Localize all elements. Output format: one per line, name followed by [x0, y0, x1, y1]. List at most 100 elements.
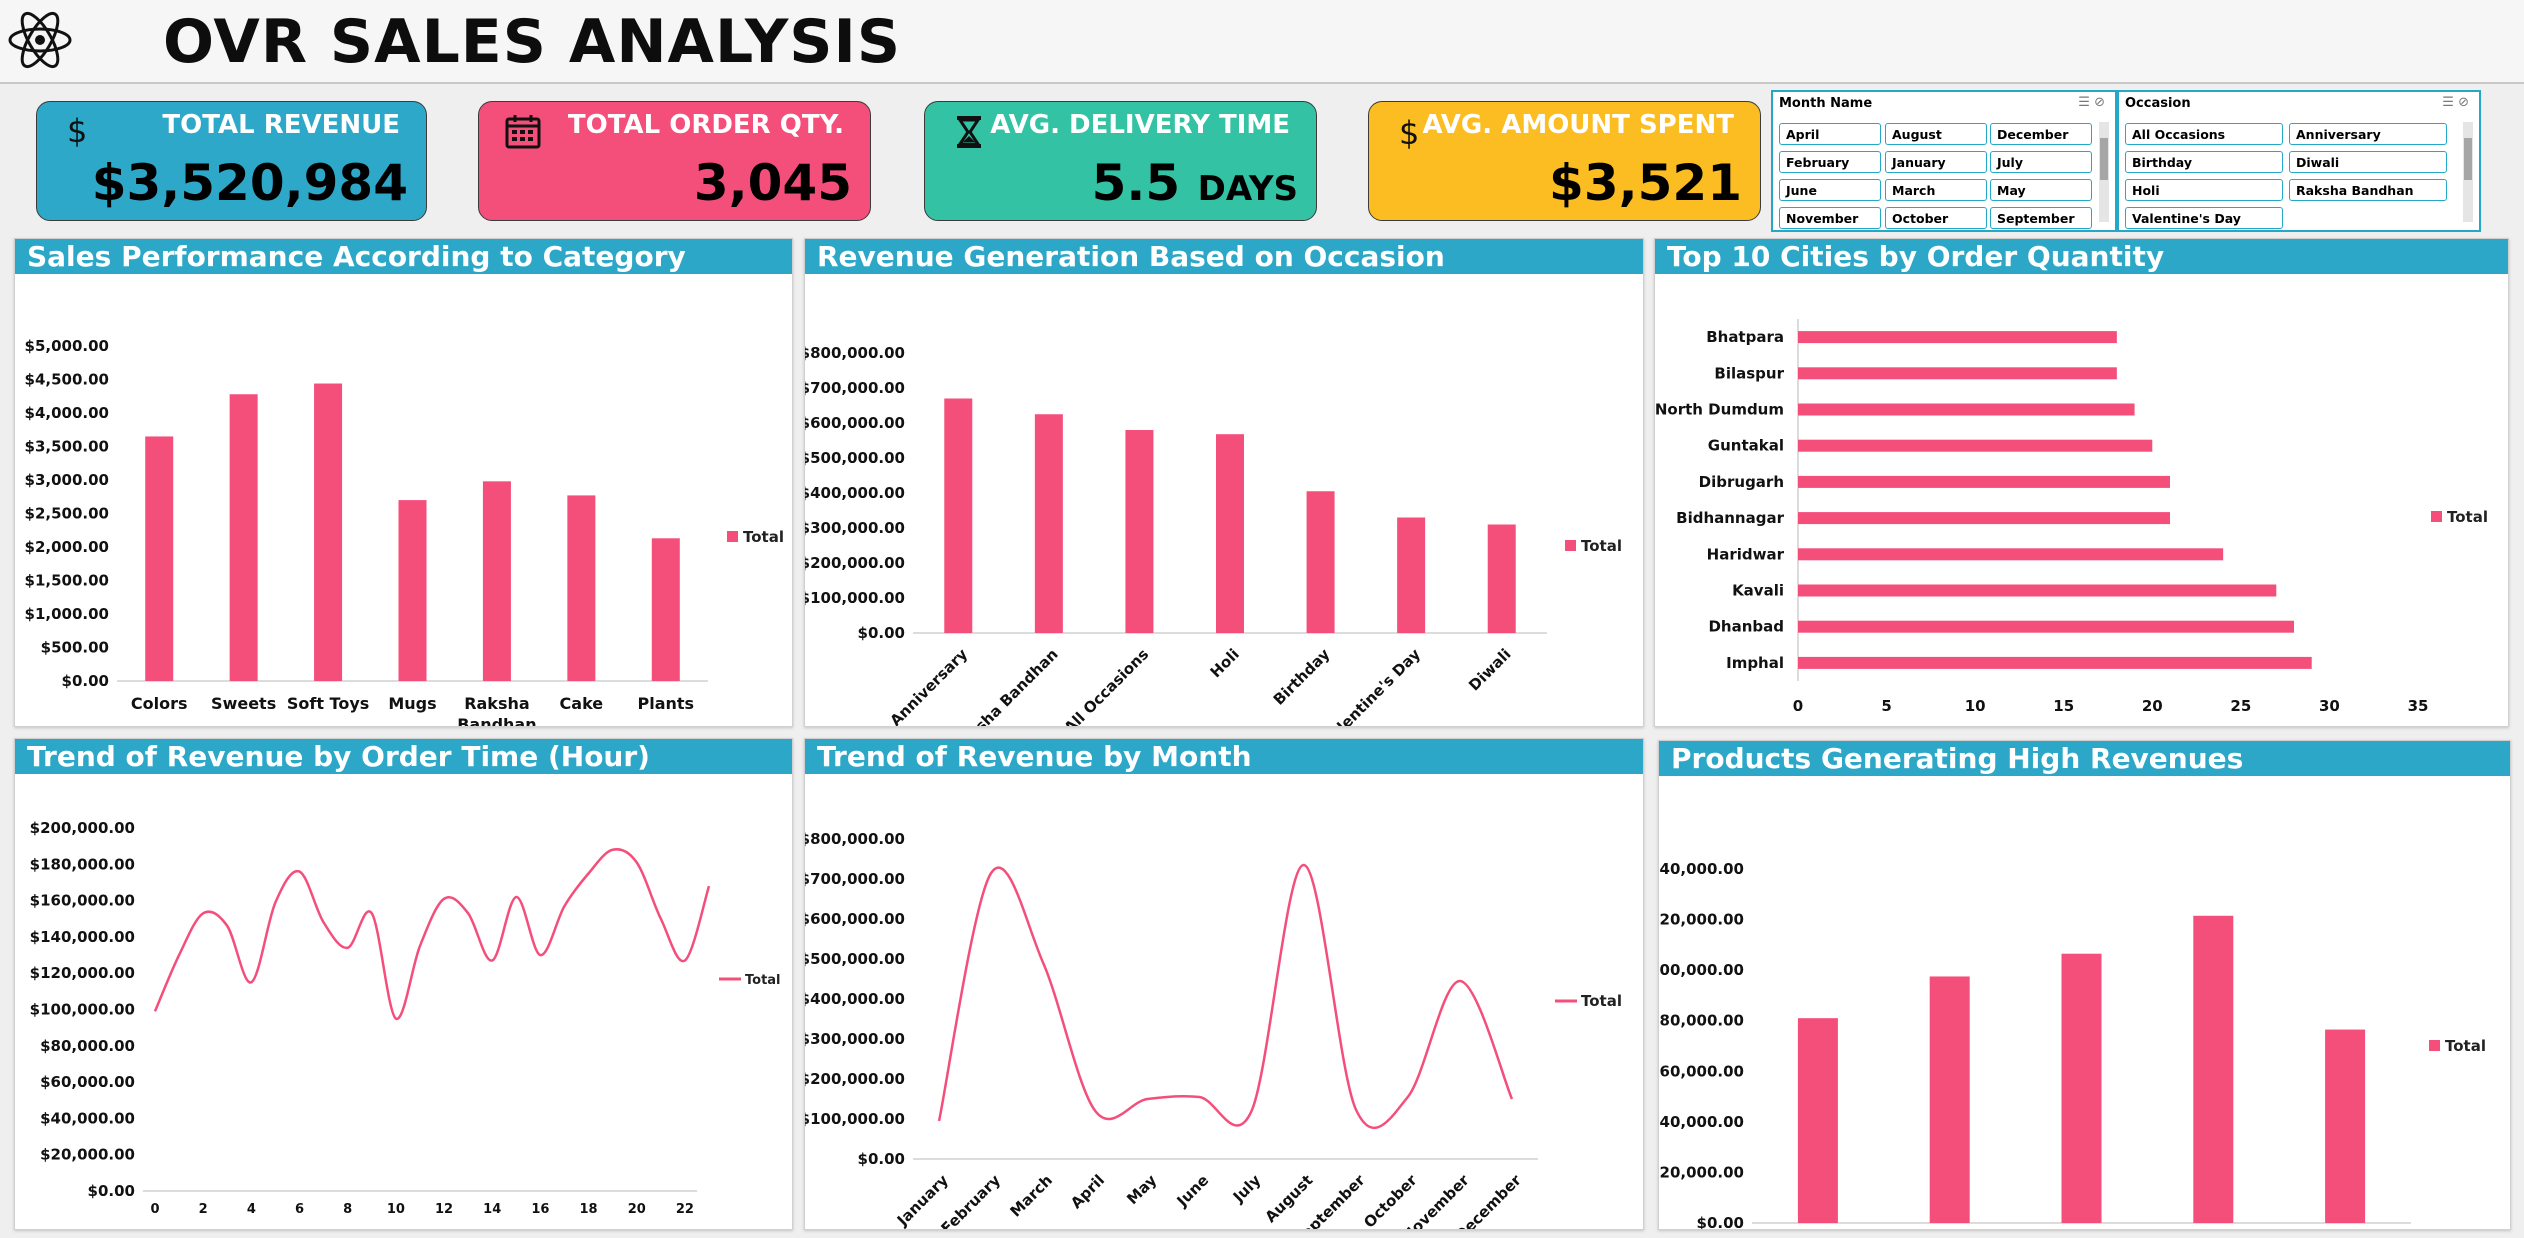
y-tick-label: Dibrugarh	[1699, 473, 1784, 491]
y-tick-label: Bhatpara	[1706, 328, 1784, 346]
occasion-chart-panel: Revenue Generation Based on Occasion $0.…	[804, 238, 1644, 727]
x-tick-label: 6	[295, 1202, 304, 1217]
y-tick-label: $180,000.00	[30, 855, 135, 873]
legend-label: Total	[743, 528, 784, 546]
kpi-value: 5.5 DAYS	[1091, 154, 1298, 212]
y-tick-label: $100,000.00	[805, 589, 905, 607]
y-tick-label: Imphal	[1726, 654, 1784, 672]
kpi-value: $3,520,984	[91, 154, 408, 212]
x-tick-label: Soft Toys	[287, 694, 369, 713]
y-tick-label: $0.00	[858, 1150, 905, 1168]
slicer-item[interactable]: September	[1990, 207, 2092, 229]
y-tick-label: $20,000.00	[40, 1146, 135, 1164]
slicer-item[interactable]: April	[1779, 123, 1881, 145]
page-title: OVR SALES ANALYSIS	[163, 7, 902, 77]
y-tick-label: $4,500.00	[25, 371, 109, 389]
multi-select-icon[interactable]: ☰	[2078, 95, 2090, 110]
kpi-label: AVG. AMOUNT SPENT	[1422, 110, 1734, 140]
y-tick-label: $3,500.00	[25, 438, 109, 456]
occasion-slicer[interactable]: Occasion ☰ ⊘ All Occasions Anniversary Bir…	[2117, 90, 2481, 232]
slicer-scroll-thumb[interactable]	[2100, 138, 2108, 180]
x-tick-label: April	[1067, 1171, 1108, 1212]
legend-label: Total	[745, 973, 781, 988]
slicer-item[interactable]: Anniversary	[2289, 123, 2447, 145]
month-slicer[interactable]: Month Name ☰ ⊘ April August December Februa…	[1771, 90, 2117, 232]
x-tick-label: Plants	[637, 694, 694, 713]
slicer-item[interactable]: Birthday	[2125, 151, 2283, 173]
clear-filter-icon[interactable]: ⊘	[2094, 95, 2105, 110]
kpi-total-revenue: $ TOTAL REVENUE $3,520,984	[36, 101, 427, 221]
multi-select-icon[interactable]: ☰	[2442, 95, 2454, 110]
slicer-controls[interactable]: ☰ ⊘	[2078, 95, 2105, 110]
x-tick-label: June	[1173, 1171, 1213, 1211]
slicer-controls[interactable]: ☰ ⊘	[2442, 95, 2469, 110]
y-tick-label: $500.00	[41, 639, 109, 657]
y-tick-label: $140,000.00	[30, 928, 135, 946]
slicer-item[interactable]: June	[1779, 179, 1881, 201]
bar	[1798, 512, 2170, 525]
panel-title: Trend of Revenue by Month	[805, 739, 1643, 774]
y-tick-label: $20,000.00	[1659, 1163, 1744, 1181]
x-tick-label: 10	[1965, 697, 1986, 715]
y-tick-label: $200,000.00	[30, 819, 135, 837]
x-tick-label: 16	[531, 1202, 549, 1217]
x-tick-label: All Occasions	[1060, 645, 1152, 726]
slicer-item[interactable]: October	[1885, 207, 1987, 229]
clear-filter-icon[interactable]: ⊘	[2458, 95, 2469, 110]
slicer-item[interactable]: December	[1990, 123, 2092, 145]
x-tick-label: Valentine's Day	[1319, 645, 1424, 726]
bar	[1798, 439, 2153, 452]
slicer-title: Occasion	[2125, 96, 2191, 111]
kpi-value: 3,045	[693, 154, 852, 212]
slicer-item[interactable]: Diwali	[2289, 151, 2447, 173]
series-line	[937, 863, 1514, 1130]
month-line-chart: $0.00 $100,000.00 $200,000.00 $300,000.00 $4…	[805, 830, 1622, 1229]
bar	[1216, 434, 1244, 633]
y-tick-label: $2,000.00	[25, 538, 109, 556]
legend-label: Total	[2445, 1037, 2486, 1055]
x-tick-label: 15	[2053, 697, 2074, 715]
y-tick-label: $700,000.00	[805, 379, 905, 397]
slicer-item[interactable]: Holi	[2125, 179, 2283, 201]
x-tick-label: Holi	[1207, 645, 1243, 681]
x-tick-label: 5	[1881, 697, 1891, 715]
products-chart-panel: Products Generating High Revenues $0.00$…	[1658, 740, 2511, 1230]
y-tick-label: $4,000.00	[25, 404, 109, 422]
slicer-item[interactable]: All Occasions	[2125, 123, 2283, 145]
bar	[1487, 524, 1516, 633]
slicer-item[interactable]: May	[1990, 179, 2092, 201]
y-tick-label: $140,000.00	[1659, 860, 1744, 878]
y-tick-label: $40,000.00	[1659, 1113, 1744, 1131]
x-tick-label: May	[1123, 1171, 1160, 1208]
slicer-item[interactable]: Valentine's Day	[2125, 207, 2283, 229]
legend-swatch	[727, 531, 738, 542]
slicer-item[interactable]: January	[1885, 151, 1987, 173]
bar	[1798, 548, 2224, 561]
kpi-label: TOTAL REVENUE	[162, 110, 400, 140]
slicer-item[interactable]: March	[1885, 179, 1987, 201]
kpi-avg-amount-spent: $ AVG. AMOUNT SPENT $3,521	[1368, 101, 1761, 221]
slicer-item[interactable]: November	[1779, 207, 1881, 229]
y-tick-label: $0.00	[1697, 1214, 1744, 1229]
panel-title: Top 10 Cities by Order Quantity	[1655, 239, 2508, 274]
bar	[2325, 1029, 2366, 1223]
calendar-icon	[505, 115, 541, 149]
slicer-item[interactable]: Raksha Bandhan	[2289, 179, 2447, 201]
bar	[1034, 414, 1063, 633]
slicer-item[interactable]: February	[1779, 151, 1881, 173]
slicer-scroll-thumb[interactable]	[2464, 138, 2472, 180]
slicer-item[interactable]: August	[1885, 123, 1987, 145]
legend-label: Total	[2447, 508, 2488, 526]
x-tick-label: 20	[628, 1202, 646, 1217]
bar	[314, 383, 343, 681]
bar	[944, 398, 973, 633]
panel-title: Trend of Revenue by Order Time (Hour)	[15, 739, 792, 774]
series-line	[153, 848, 711, 1020]
y-tick-label: $500,000.00	[805, 950, 905, 968]
slicer-title: Month Name	[1779, 96, 1873, 111]
y-tick-label: Bidhannagar	[1676, 509, 1784, 527]
bar	[482, 481, 511, 681]
slicer-item[interactable]: July	[1990, 151, 2092, 173]
svg-text:$: $	[1399, 114, 1419, 150]
x-tick-label: 14	[483, 1202, 501, 1217]
